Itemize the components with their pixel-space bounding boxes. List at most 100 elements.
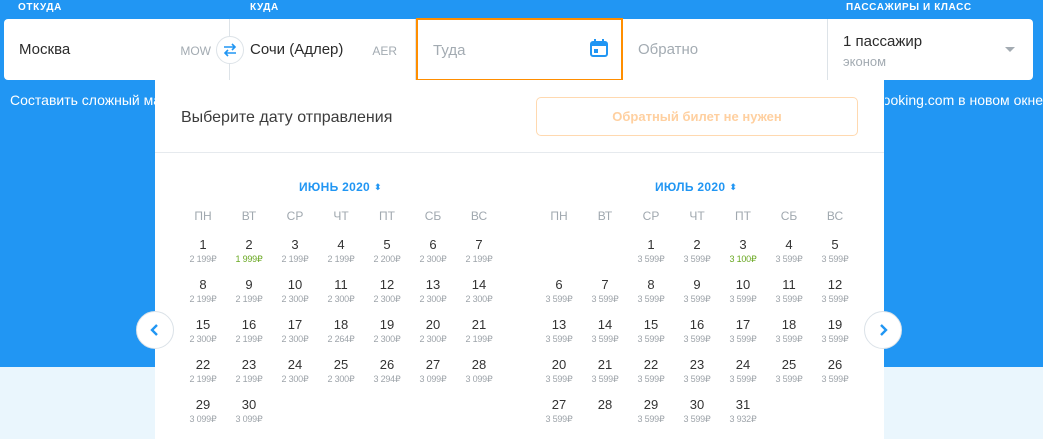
weekday-label: ПТ — [379, 209, 395, 223]
day-price: 2 264₽ — [327, 334, 355, 344]
calendar-day[interactable]: 19 2 300₽ — [364, 317, 410, 345]
day-number: 10 — [287, 277, 303, 292]
calendar-day[interactable]: 18 2 264₽ — [318, 317, 364, 345]
calendar-day[interactable]: 7 3 599₽ — [582, 277, 628, 305]
day-price: 3 599₽ — [683, 334, 711, 344]
calendar-day[interactable]: 3 3 100₽ — [720, 237, 766, 265]
calendar-day[interactable]: 29 3 099₽ — [180, 397, 226, 425]
calendar-day[interactable]: 18 3 599₽ — [766, 317, 812, 345]
booking-link[interactable]: Открыть Booking.com в новом окне — [885, 92, 1043, 108]
calendar-day[interactable]: 14 2 300₽ — [456, 277, 502, 305]
day-price: 3 599₽ — [683, 414, 711, 424]
calendar-day[interactable]: 20 2 300₽ — [410, 317, 456, 345]
destination-field[interactable]: Сочи (Адлер) AER — [230, 19, 416, 80]
complex-route-link[interactable]: Составить сложный маршрут — [4, 92, 155, 108]
depart-date-field[interactable]: Туда — [416, 18, 623, 81]
calendar-day[interactable]: 9 2 199₽ — [226, 277, 272, 305]
day-number: 17 — [287, 317, 303, 332]
calendar-day[interactable]: 11 3 599₽ — [766, 277, 812, 305]
calendar-day[interactable]: 26 3 294₽ — [364, 357, 410, 385]
day-number: 22 — [195, 357, 211, 372]
prev-month-button[interactable] — [136, 311, 174, 349]
calendar-day[interactable]: 24 3 599₽ — [720, 357, 766, 385]
calendar-day[interactable]: 9 3 599₽ — [674, 277, 720, 305]
calendar-day[interactable]: 17 3 599₽ — [720, 317, 766, 345]
day-number: 11 — [334, 277, 348, 292]
month-title[interactable]: ИЮНЬ 2020 ⬍ — [299, 180, 382, 194]
calendar-day[interactable]: 12 3 599₽ — [812, 277, 858, 305]
calendar-day[interactable]: 16 3 599₽ — [674, 317, 720, 345]
calendar-day[interactable]: 12 2 300₽ — [364, 277, 410, 305]
calendar-day[interactable]: 16 2 199₽ — [226, 317, 272, 345]
return-date-field[interactable]: Обратно — [623, 19, 828, 80]
calendar-day[interactable]: 22 3 599₽ — [628, 357, 674, 385]
day-number: 20 — [425, 317, 441, 332]
calendar-day[interactable]: 25 3 599₽ — [766, 357, 812, 385]
calendar-day[interactable]: 2 1 999₽ — [226, 237, 272, 265]
calendar-day[interactable]: 19 3 599₽ — [812, 317, 858, 345]
calendar-day[interactable]: 1 2 199₽ — [180, 237, 226, 265]
chevron-right-icon — [880, 324, 888, 336]
calendar-day[interactable]: 27 3 099₽ — [410, 357, 456, 385]
calendar-day[interactable]: 10 3 599₽ — [720, 277, 766, 305]
calendar-day[interactable]: 4 2 199₽ — [318, 237, 364, 265]
calendar-day[interactable]: 8 3 599₽ — [628, 277, 674, 305]
calendar-day[interactable]: 22 2 199₽ — [180, 357, 226, 385]
calendar-day[interactable]: 21 3 599₽ — [582, 357, 628, 385]
day-price: 2 199₽ — [235, 294, 263, 304]
passengers-field[interactable]: 1 пассажир эконом — [828, 19, 1033, 80]
swap-button[interactable] — [216, 36, 244, 64]
calendar-day[interactable]: 30 3 599₽ — [674, 397, 720, 425]
day-number: 2 — [245, 237, 253, 252]
calendar-day[interactable]: 23 3 599₽ — [674, 357, 720, 385]
calendar-day[interactable]: 7 2 199₽ — [456, 237, 502, 265]
calendar-day[interactable]: 26 3 599₽ — [812, 357, 858, 385]
calendar-day[interactable]: 13 3 599₽ — [536, 317, 582, 345]
calendar-day[interactable]: 6 2 300₽ — [410, 237, 456, 265]
calendar-day[interactable]: 28 3 099₽ — [456, 357, 502, 385]
calendar-day[interactable]: 14 3 599₽ — [582, 317, 628, 345]
calendar-day[interactable]: 5 3 599₽ — [812, 237, 858, 265]
calendar-day[interactable]: 30 3 099₽ — [226, 397, 272, 425]
next-month-button[interactable] — [864, 311, 902, 349]
calendar-day[interactable]: 21 2 199₽ — [456, 317, 502, 345]
passenger-count: 1 пассажир — [843, 33, 923, 50]
day-price: 2 300₽ — [373, 294, 401, 304]
calendar-day[interactable]: 25 2 300₽ — [318, 357, 364, 385]
calendar-day[interactable]: 28 — [582, 397, 628, 413]
calendar-day[interactable]: 11 2 300₽ — [318, 277, 364, 305]
calendar-day[interactable]: 24 2 300₽ — [272, 357, 318, 385]
calendar-day[interactable]: 1 3 599₽ — [628, 237, 674, 265]
calendar-day[interactable]: 3 2 199₽ — [272, 237, 318, 265]
no-return-button[interactable]: Обратный билет не нужен — [536, 97, 858, 136]
calendar-day[interactable]: 15 2 300₽ — [180, 317, 226, 345]
calendar-day[interactable]: 27 3 599₽ — [536, 397, 582, 425]
calendar-day[interactable]: 8 2 199₽ — [180, 277, 226, 305]
calendar-day[interactable]: 23 2 199₽ — [226, 357, 272, 385]
day-number: 15 — [643, 317, 659, 332]
calendar-day[interactable]: 17 2 300₽ — [272, 317, 318, 345]
day-price: 3 599₽ — [591, 374, 619, 384]
month-title[interactable]: ИЮЛЬ 2020 ⬍ — [655, 180, 737, 194]
calendar-day[interactable]: 13 2 300₽ — [410, 277, 456, 305]
calendar-day[interactable]: 5 2 200₽ — [364, 237, 410, 265]
day-number: 17 — [735, 317, 751, 332]
calendar-day[interactable]: 10 2 300₽ — [272, 277, 318, 305]
calendar-day[interactable]: 15 3 599₽ — [628, 317, 674, 345]
calendar-day[interactable]: 29 3 599₽ — [628, 397, 674, 425]
day-price: 3 599₽ — [775, 334, 803, 344]
calendar-day[interactable]: 6 3 599₽ — [536, 277, 582, 305]
calendar-day[interactable]: 31 3 932₽ — [720, 397, 766, 425]
day-number: 21 — [471, 317, 487, 332]
day-number: 23 — [689, 357, 705, 372]
day-price: 3 599₽ — [591, 294, 619, 304]
calendar-day[interactable]: 2 3 599₽ — [674, 237, 720, 265]
weekday-label: СБ — [780, 209, 798, 223]
calendar-day[interactable]: 20 3 599₽ — [536, 357, 582, 385]
calendar-day[interactable]: 4 3 599₽ — [766, 237, 812, 265]
day-price: 2 300₽ — [327, 374, 355, 384]
day-price: 2 300₽ — [189, 334, 217, 344]
origin-field[interactable]: Москва MOW — [4, 19, 230, 80]
day-price: 3 099₽ — [189, 414, 217, 424]
day-price: 2 199₽ — [465, 254, 493, 264]
